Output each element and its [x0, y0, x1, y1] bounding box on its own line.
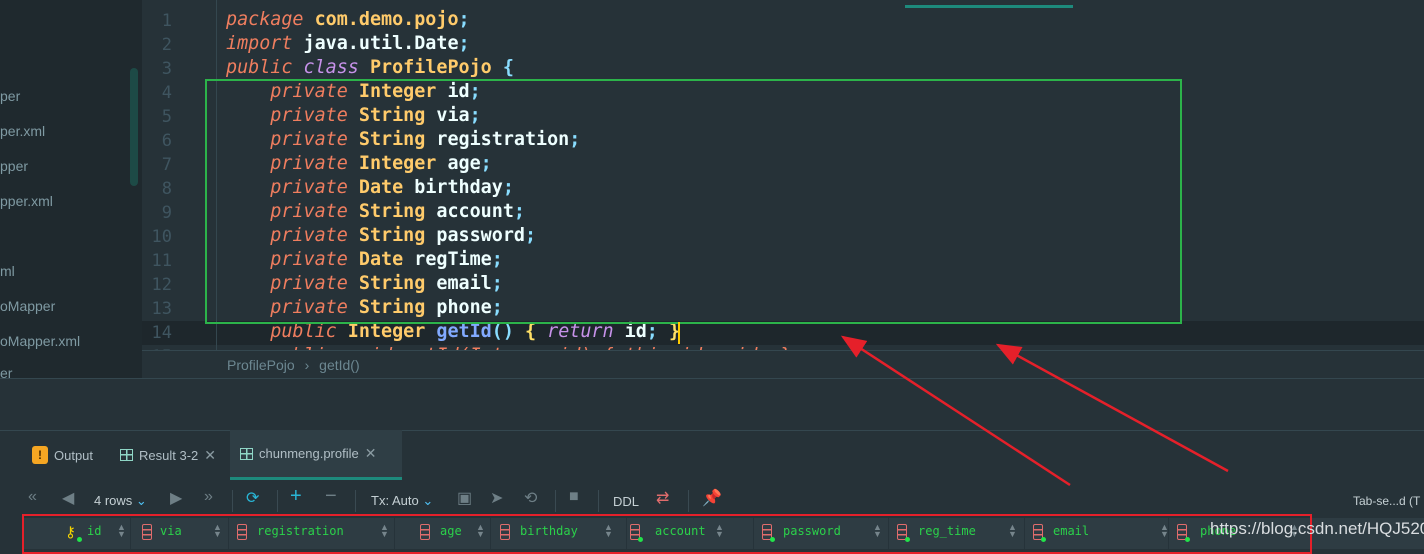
annotation-arrow — [995, 343, 1229, 473]
annotation-arrow — [840, 335, 1071, 487]
annotation-arrows — [840, 335, 1229, 487]
